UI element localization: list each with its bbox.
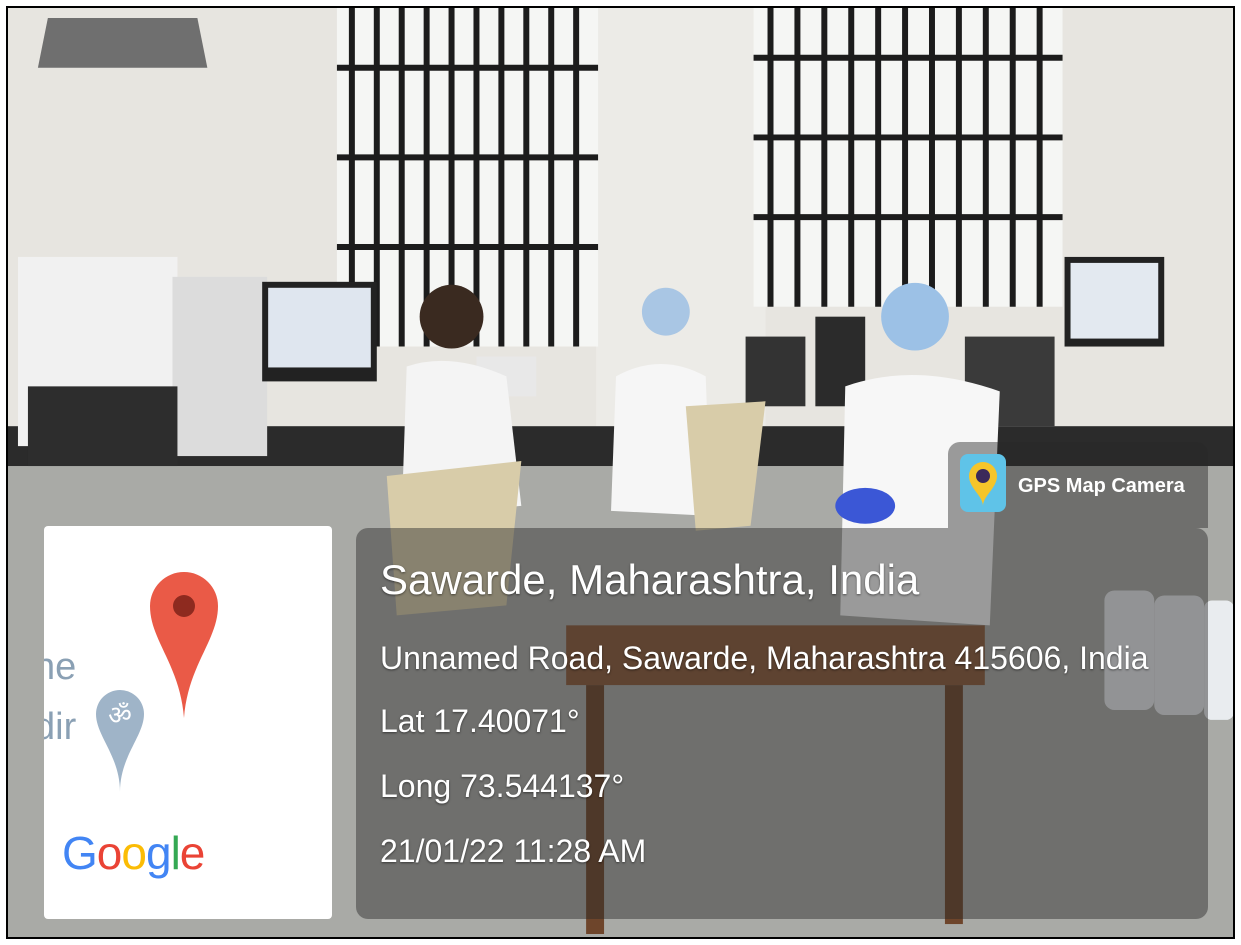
google-logo-letter: e <box>179 827 206 879</box>
longitude: Long 73.544137° <box>380 768 625 804</box>
google-logo-letter: G <box>62 827 98 879</box>
place-title: Sawarde, Maharashtra, India <box>380 556 920 603</box>
latitude: Lat 17.40071° <box>380 703 580 739</box>
svg-text:ॐ: ॐ <box>108 701 132 731</box>
google-logo-letter: o <box>121 827 147 879</box>
location-pin-icon <box>150 572 218 718</box>
map-place-label: ne <box>44 646 77 688</box>
location-info-overlay: Sawarde, Maharashtra, India Unnamed Road… <box>356 528 1208 919</box>
right-window <box>753 8 1063 307</box>
google-logo: Google <box>62 826 206 880</box>
map-place-label: dir <box>44 706 77 748</box>
google-logo-letter: g <box>145 827 172 879</box>
app-name: GPS Map Camera <box>1018 475 1185 497</box>
photo-frame: ne dir ॐ Google GPS Map Camera Sawarde, … <box>6 6 1235 939</box>
temple-marker-icon: ॐ <box>96 690 144 792</box>
gps-map-camera-badge: GPS Map Camera <box>948 442 1208 528</box>
date-time: 21/01/22 11:28 AM <box>380 833 647 869</box>
google-logo-letter: l <box>170 827 181 879</box>
google-logo-letter: o <box>96 827 123 879</box>
gps-camera-app-icon <box>960 454 1006 512</box>
map-thumbnail: ne dir ॐ Google <box>44 526 332 919</box>
address: Unnamed Road, Sawarde, Maharashtra 41560… <box>380 640 1149 676</box>
